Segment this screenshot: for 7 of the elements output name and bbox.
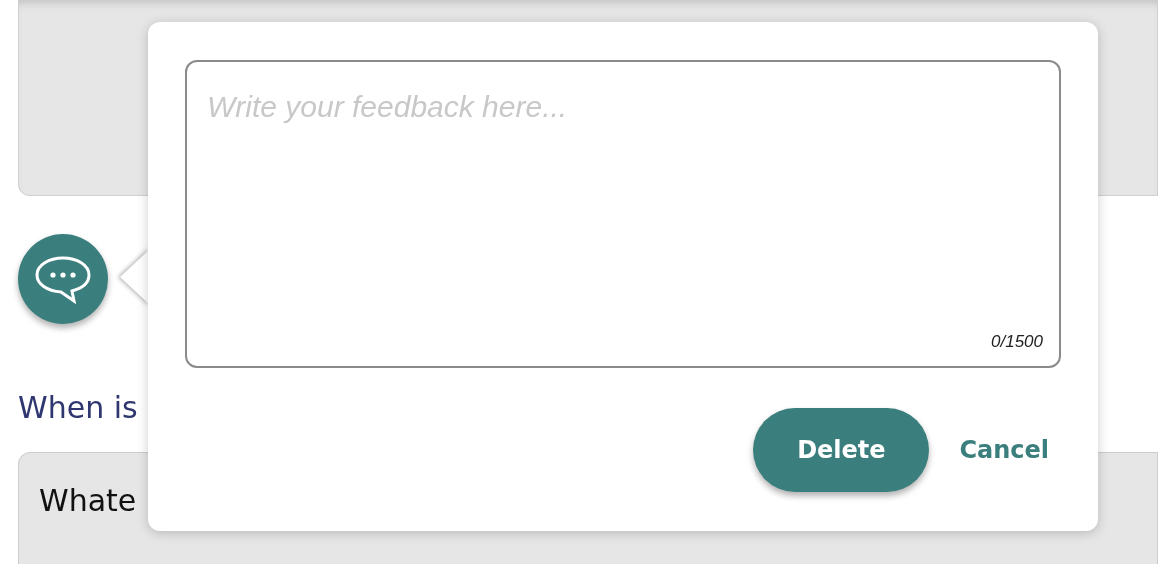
- feedback-button[interactable]: [18, 234, 108, 324]
- chat-bubble-icon: [33, 254, 93, 304]
- delete-button[interactable]: Delete: [753, 408, 930, 492]
- question-heading: When is: [18, 390, 139, 426]
- cancel-link[interactable]: Cancel: [959, 432, 1049, 468]
- character-counter: 0/1500: [991, 330, 1043, 353]
- answer-text: Whate: [39, 483, 137, 518]
